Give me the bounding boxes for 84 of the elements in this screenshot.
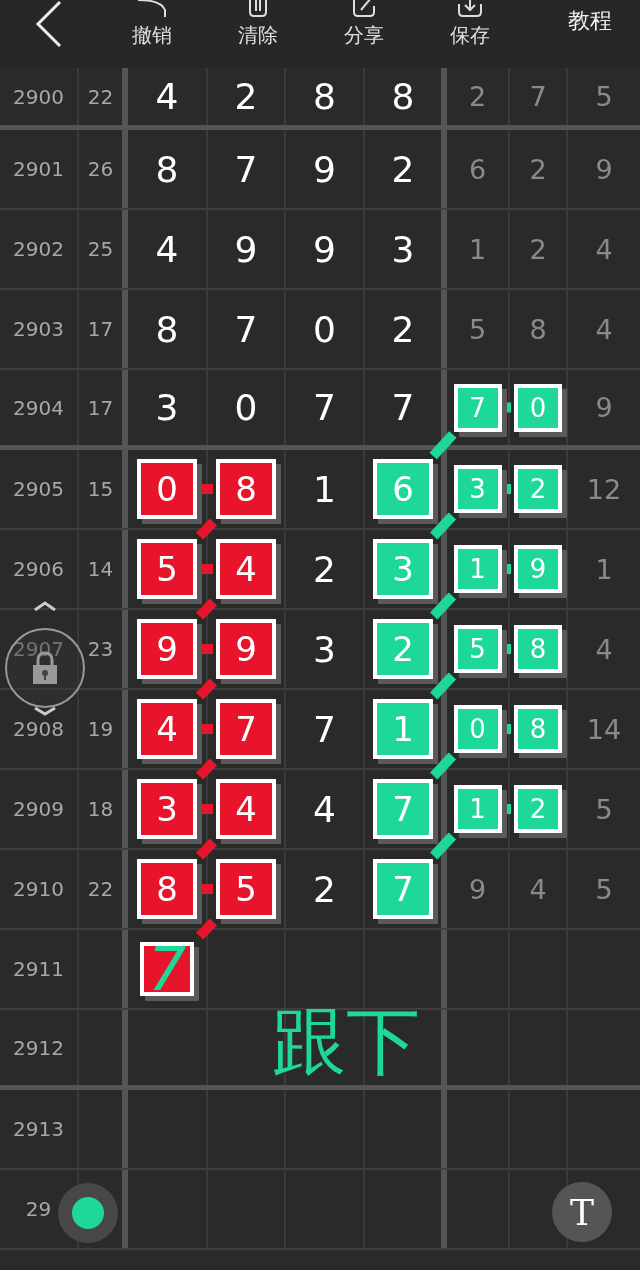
sum-value: 14 xyxy=(87,557,114,581)
sum-value: 17 xyxy=(87,395,114,420)
tutorial-button[interactable]: 教程 xyxy=(568,6,612,36)
back-icon[interactable] xyxy=(34,0,64,50)
toolbar-button[interactable]: 清除 xyxy=(226,0,290,49)
digit[interactable]: 6 xyxy=(468,153,487,185)
toolbar-button[interactable]: 撤销 xyxy=(120,0,184,49)
sum-value: 26 xyxy=(87,157,114,181)
digit[interactable]: 4 xyxy=(595,633,613,665)
digit[interactable]: 3 xyxy=(391,228,415,270)
period-number: 2913 xyxy=(13,1117,64,1141)
toolbar-button[interactable]: 分享 xyxy=(332,0,396,49)
digit[interactable]: 2 xyxy=(391,308,415,350)
sum-value: 17 xyxy=(87,317,114,341)
digit[interactable]: 9 xyxy=(595,153,613,185)
period-number: 29 xyxy=(25,1197,52,1221)
period-number: 2910 xyxy=(13,877,64,901)
digit[interactable]: 7 xyxy=(234,308,258,350)
digit[interactable]: 7 xyxy=(391,387,415,428)
period-number: 2902 xyxy=(13,237,64,261)
period-number: 2903 xyxy=(13,317,64,341)
period-number: 2904 xyxy=(13,395,64,420)
digit[interactable]: 8 xyxy=(313,76,336,117)
digit[interactable]: 1 xyxy=(313,468,336,510)
period-number: 2912 xyxy=(13,1035,64,1060)
digit[interactable]: 8 xyxy=(155,148,179,190)
digit[interactable]: 5 xyxy=(595,793,613,825)
digit[interactable]: 14 xyxy=(586,713,622,745)
digit[interactable]: 1 xyxy=(468,233,487,265)
digit[interactable]: 5 xyxy=(595,873,613,905)
digit[interactable]: 4 xyxy=(155,228,179,270)
digit[interactable]: 4 xyxy=(595,233,613,265)
digit[interactable]: 2 xyxy=(313,868,336,910)
digit[interactable]: 8 xyxy=(529,313,547,345)
digit[interactable]: 7 xyxy=(313,387,336,428)
digit[interactable]: 2 xyxy=(234,76,258,117)
digit[interactable]: 1 xyxy=(595,553,613,585)
digit[interactable]: 12 xyxy=(586,473,622,505)
sum-value: 22 xyxy=(87,84,114,109)
digit[interactable]: 2 xyxy=(529,233,547,265)
digit[interactable]: 7 xyxy=(234,148,258,190)
digit[interactable]: 4 xyxy=(313,788,336,830)
digit[interactable]: 4 xyxy=(155,76,179,117)
chevron-down-icon[interactable] xyxy=(33,706,57,716)
sum-value: 18 xyxy=(87,797,114,821)
chevron-up-icon[interactable] xyxy=(33,601,57,611)
digit[interactable]: 3 xyxy=(313,628,336,670)
digit[interactable]: 9 xyxy=(313,148,336,190)
text-tool-button[interactable]: T xyxy=(552,1182,612,1242)
digit[interactable]: 3 xyxy=(155,387,179,428)
digit[interactable]: 0 xyxy=(234,387,258,428)
digit[interactable]: 5 xyxy=(595,81,613,112)
digit[interactable]: 9 xyxy=(468,873,487,905)
digit[interactable]: 2 xyxy=(313,548,336,590)
period-number: 2911 xyxy=(13,957,64,981)
digit[interactable]: 2 xyxy=(468,81,487,112)
digit[interactable]: 2 xyxy=(529,153,547,185)
digit[interactable]: 4 xyxy=(595,313,613,345)
sum-value: 23 xyxy=(87,637,114,661)
digit[interactable]: 7 xyxy=(313,708,336,750)
digit[interactable]: 4 xyxy=(529,873,547,905)
period-number: 2905 xyxy=(13,477,64,501)
digit[interactable]: 2 xyxy=(391,148,415,190)
period-number: 2900 xyxy=(13,84,64,109)
digit[interactable]: 9 xyxy=(234,228,258,270)
digit[interactable]: 7 xyxy=(529,81,547,112)
digit[interactable]: 9 xyxy=(313,228,336,270)
digit[interactable]: 8 xyxy=(155,308,179,350)
digit[interactable]: 9 xyxy=(595,392,613,423)
period-number: 2909 xyxy=(13,797,64,821)
toolbar-button[interactable]: 保存 xyxy=(438,0,502,49)
sum-value: 19 xyxy=(87,717,114,741)
period-number: 2908 xyxy=(13,717,64,741)
period-number: 2907 xyxy=(13,637,64,661)
period-number: 2906 xyxy=(13,557,64,581)
sum-value: 25 xyxy=(87,237,114,261)
digit[interactable]: 0 xyxy=(313,308,336,350)
digit[interactable]: 8 xyxy=(391,76,415,117)
download-icon xyxy=(455,0,485,18)
digit[interactable]: 5 xyxy=(468,313,487,345)
period-number: 2901 xyxy=(13,157,64,181)
sum-value: 22 xyxy=(87,877,114,901)
sum-value: 15 xyxy=(87,477,114,501)
handwritten-note: 跟下 xyxy=(272,997,420,1086)
